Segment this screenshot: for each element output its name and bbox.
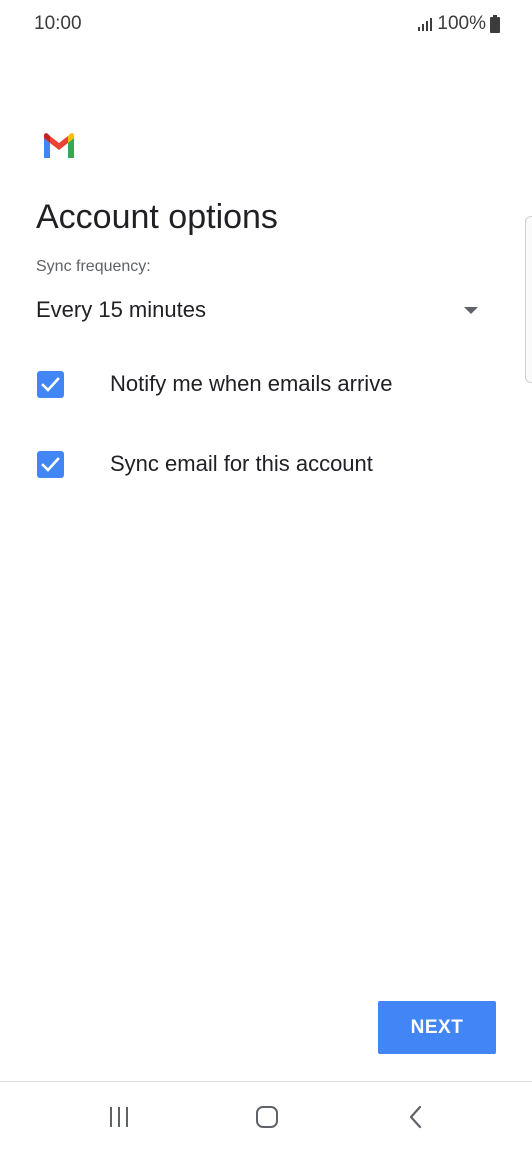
notify-emails-option[interactable]: Notify me when emails arrive: [24, 360, 494, 410]
signal-icon: [418, 18, 433, 31]
home-icon: [256, 1106, 278, 1128]
checkmark-icon: [41, 457, 60, 472]
sync-email-label: Sync email for this account: [110, 451, 373, 476]
back-button[interactable]: [386, 1092, 446, 1142]
sync-email-option[interactable]: Sync email for this account: [24, 440, 494, 490]
gmail-logo-icon: [44, 133, 74, 158]
status-indicators: 100%: [417, 13, 500, 35]
recents-icon: [110, 1107, 128, 1127]
notify-emails-checkbox[interactable]: [37, 371, 64, 398]
page-title: Account options: [36, 198, 278, 236]
status-time: 10:00: [34, 13, 82, 34]
sync-frequency-value: Every 15 minutes: [36, 297, 206, 322]
sync-frequency-dropdown[interactable]: Every 15 minutes: [24, 288, 494, 334]
notify-emails-label: Notify me when emails arrive: [110, 371, 393, 396]
sync-email-checkbox[interactable]: [37, 451, 64, 478]
sync-frequency-label: Sync frequency:: [36, 258, 151, 275]
dropdown-arrow-icon: [464, 307, 478, 314]
scrollbar[interactable]: [525, 216, 532, 383]
home-button[interactable]: [237, 1092, 297, 1142]
recents-button[interactable]: [89, 1092, 149, 1142]
next-button[interactable]: NEXT: [378, 1001, 496, 1054]
checkmark-icon: [41, 377, 60, 392]
navigation-bar: [0, 1081, 532, 1152]
battery-icon: [490, 15, 500, 33]
battery-percentage: 100%: [437, 13, 486, 34]
status-bar: 10:00 100%: [0, 0, 532, 50]
back-icon: [409, 1105, 422, 1129]
screen: 10:00 100% Account options Sync frequenc…: [0, 0, 532, 1152]
